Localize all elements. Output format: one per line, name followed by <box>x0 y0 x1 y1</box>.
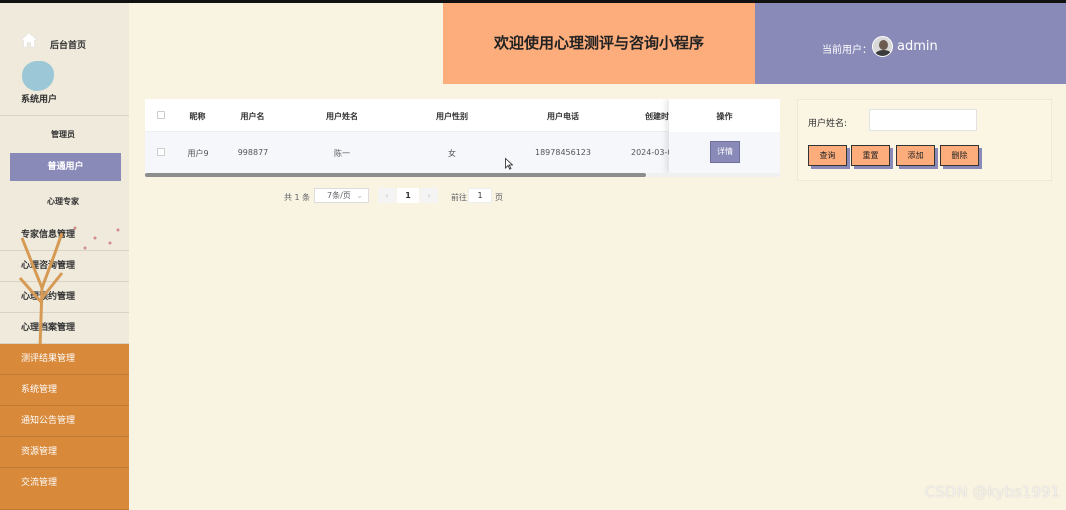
column-header: 昵称 <box>189 112 206 121</box>
sidebar-item-label: 通知公告管理 <box>21 416 76 426</box>
sidebar-subitem-normal-user[interactable]: 普通用户 <box>10 153 121 181</box>
sidebar-item-label: 普通用户 <box>47 162 84 172</box>
page-suffix: 页 <box>495 193 503 202</box>
column-header: 用户名 <box>240 112 265 121</box>
action-column: 操作 详情 <box>669 99 780 173</box>
mouse-cursor-icon <box>505 158 513 170</box>
reset-button[interactable]: 重置 <box>851 145 890 166</box>
column-header: 用户姓名 <box>326 112 358 121</box>
page-size-select[interactable]: 7条/页 ⌄ <box>314 188 369 203</box>
sidebar-item-label: 交流管理 <box>21 478 58 488</box>
select-all-checkbox[interactable] <box>157 111 165 119</box>
cell-nickname: 用户9 <box>187 149 209 158</box>
sidebar-item-label: 心理档案管理 <box>21 323 76 333</box>
row-checkbox[interactable] <box>157 148 165 156</box>
page-title: 欢迎使用心理测评与咨询小程序 <box>493 34 704 52</box>
delete-button[interactable]: 删除 <box>940 145 979 166</box>
sidebar-item-resource[interactable]: 资源管理 <box>0 437 129 468</box>
sidebar-item-results[interactable]: 测评结果管理 <box>0 344 129 375</box>
home-icon <box>20 32 38 48</box>
avatar[interactable] <box>872 36 893 57</box>
sidebar-item-consult[interactable]: 心理咨询管理 <box>0 251 129 282</box>
sidebar-item-label: 资源管理 <box>21 447 58 457</box>
sidebar-item-archive[interactable]: 心理档案管理 <box>0 313 129 344</box>
sidebar-item-label: 系统管理 <box>21 385 58 395</box>
page-size-value: 7条/页 <box>327 191 351 200</box>
horizontal-scrollbar[interactable] <box>145 173 780 177</box>
watermark: CSDN @kybs1991 <box>924 483 1060 501</box>
sidebar-item-label: 测评结果管理 <box>21 354 76 364</box>
cell-phone: 18978456123 <box>535 148 591 157</box>
avatar-body-icon <box>875 50 892 56</box>
sidebar-item-communication[interactable]: 交流管理 <box>0 468 129 510</box>
search-label: 用户姓名: <box>808 119 848 129</box>
cell-name: 陈一 <box>334 149 350 158</box>
chevron-down-icon: ⌄ <box>356 191 363 200</box>
goto-page-input[interactable]: 1 <box>468 188 492 203</box>
sidebar-item-system-user[interactable]: 系统用户 <box>0 85 129 116</box>
action-column-header: 操作 <box>716 112 733 121</box>
column-header: 用户性别 <box>436 112 468 121</box>
sidebar-subitem-expert[interactable]: 心理专家 <box>47 196 79 207</box>
detail-button[interactable]: 详情 <box>710 141 740 163</box>
query-button[interactable]: 查询 <box>808 145 847 166</box>
current-user-label: 当前用户： <box>822 45 872 56</box>
next-page-button[interactable]: › <box>420 188 438 203</box>
sidebar-item-expert-info[interactable]: 专家信息管理 <box>0 220 129 251</box>
sidebar-item-label: 心理预约管理 <box>21 292 76 302</box>
header-user-block: 当前用户： admin <box>755 3 1066 84</box>
sidebar-item-system[interactable]: 系统管理 <box>0 375 129 406</box>
sidebar-home-label: 后台首页 <box>50 41 87 51</box>
sidebar-item-appointment[interactable]: 心理预约管理 <box>0 282 129 313</box>
header-title-block: 欢迎使用心理测评与咨询小程序 <box>443 3 755 84</box>
sidebar-item-label: 心理咨询管理 <box>21 261 76 271</box>
avatar-head-icon <box>879 40 888 50</box>
data-table: 昵称 用户名 用户姓名 用户性别 用户电话 创建时 用户9 998877 陈一 … <box>145 99 780 177</box>
page-number[interactable]: 1 <box>397 188 419 203</box>
sidebar: 后台首页 系统用户 管理员 普通用户 心理专家 专家信息管理 心理咨询管理 心理… <box>0 3 129 510</box>
sidebar-subitem-admin[interactable]: 管理员 <box>51 129 75 140</box>
sidebar-item-home[interactable]: 后台首页 <box>0 3 129 83</box>
cell-gender: 女 <box>448 149 456 158</box>
cell-username: 998877 <box>237 148 269 157</box>
search-input[interactable] <box>869 109 977 131</box>
sidebar-item-notice[interactable]: 通知公告管理 <box>0 406 129 437</box>
scrollbar-thumb[interactable] <box>145 173 646 177</box>
username[interactable]: admin <box>897 39 938 54</box>
pagination-total: 共 1 条 <box>284 193 311 202</box>
goto-label: 前往 <box>451 193 467 202</box>
search-panel: 用户姓名: 查询 重置 添加 删除 <box>797 99 1052 181</box>
sidebar-item-label: 专家信息管理 <box>21 230 76 240</box>
column-header: 用户电话 <box>547 112 579 121</box>
prev-page-button[interactable]: ‹ <box>378 188 396 203</box>
sidebar-item-label: 系统用户 <box>21 95 58 105</box>
add-button[interactable]: 添加 <box>896 145 935 166</box>
